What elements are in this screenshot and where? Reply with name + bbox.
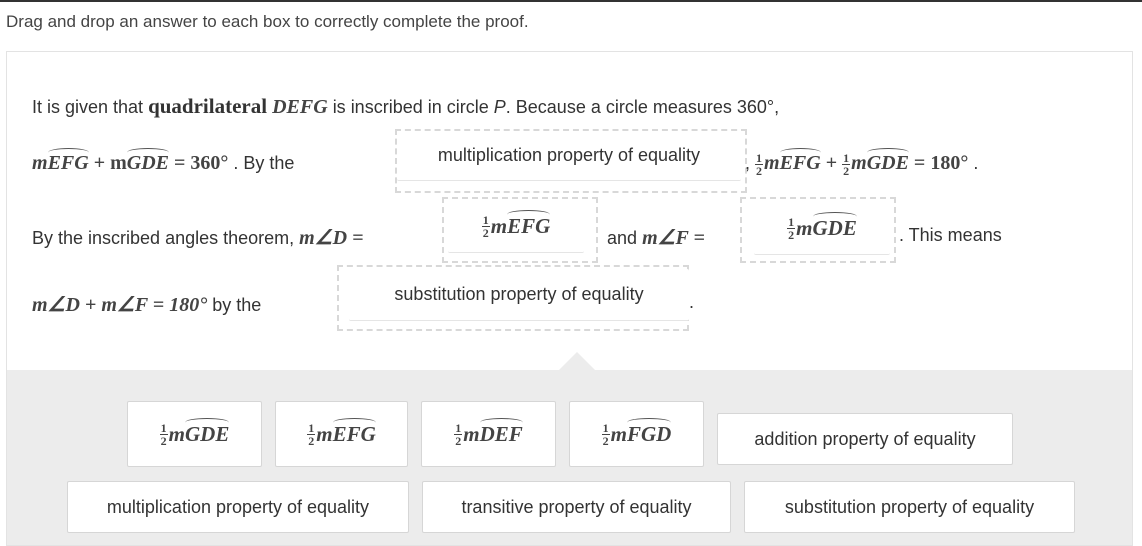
- proof-separator: ,: [745, 153, 751, 174]
- chip-label: multiplication property of equality: [106, 496, 370, 517]
- drop-box-4[interactable]: substitution property of equality: [337, 265, 689, 331]
- proof-text: by the: [212, 295, 262, 315]
- arc-def: DEF: [479, 417, 523, 446]
- fraction-half: 12: [755, 151, 764, 178]
- arc-efg: EFG: [332, 417, 376, 446]
- answer-bank-pointer: [559, 352, 595, 370]
- proof-term: DEFG: [272, 96, 328, 118]
- answer-chip-addition-property[interactable]: addition property of equality: [717, 413, 1013, 465]
- proof-text: and: [607, 228, 638, 248]
- answer-chip-substitution-property[interactable]: substitution property of equality: [744, 481, 1075, 533]
- proof-line-4-end: .: [689, 292, 694, 313]
- fraction-half: 12: [159, 420, 168, 448]
- chip-label: transitive property of equality: [461, 496, 692, 517]
- answer-chip-transitive-property[interactable]: transitive property of equality: [422, 481, 731, 533]
- proof-text: By the inscribed angles theorem,: [32, 228, 295, 248]
- proof-text: It is given that: [32, 97, 144, 117]
- proof-line-4: m∠D + m∠F = 180° by the: [32, 292, 261, 317]
- arc-gde: GDE: [185, 417, 230, 446]
- proof-text: . This means: [899, 225, 1002, 245]
- fraction-half: 12: [842, 151, 851, 178]
- drop-box-2[interactable]: 1 2 m EFG: [442, 197, 598, 263]
- proof-line-2-result: , 1 2 mEFG + 1 2 mGDE = 180° .: [745, 148, 979, 178]
- arc-efg: EFG: [47, 148, 89, 174]
- placed-answer-chip[interactable]: substitution property of equality: [349, 269, 689, 321]
- placed-answer-chip[interactable]: 1 2 m EFG: [448, 201, 584, 253]
- math-plus: +: [820, 152, 843, 175]
- proof-line-3a: By the inscribed angles theorem, m∠D =: [32, 225, 364, 250]
- proof-text: . By the: [233, 153, 295, 173]
- drop-box-1[interactable]: multiplication property of equality: [395, 129, 747, 193]
- proof-text: .: [689, 292, 695, 312]
- answer-chip-half-arc-fgd[interactable]: 1 2 m FGD: [569, 401, 704, 467]
- answer-chip-half-arc-def[interactable]: 1 2 m DEF: [421, 401, 556, 467]
- fraction-half: 12: [481, 213, 490, 240]
- proof-card: It is given that quadrilateral DEFG is i…: [6, 51, 1133, 546]
- drop-box-3[interactable]: 1 2 m GDE: [740, 197, 896, 263]
- arc-fgd: FGD: [627, 417, 672, 446]
- proof-term: quadrilateral: [148, 94, 268, 118]
- proof-line-3c: . This means: [899, 225, 1002, 246]
- answer-bank: 1 2 m GDE 1 2 m EFG 1 2 m DEF 1 2 m FGD addition pro…: [7, 370, 1132, 545]
- fraction-half: 12: [307, 420, 316, 448]
- proof-line-1: It is given that quadrilateral DEFG is i…: [32, 94, 779, 119]
- instruction-text: Drag and drop an answer to each box to c…: [6, 12, 529, 31]
- math-angle-sum: m∠D + m∠F = 180°: [32, 294, 208, 316]
- answer-chip-half-arc-gde[interactable]: 1 2 m GDE: [127, 401, 262, 467]
- arc-efg: EFG: [507, 210, 551, 238]
- chip-label: addition property of equality: [754, 428, 976, 449]
- placed-answer-chip[interactable]: 1 2 m GDE: [754, 203, 890, 255]
- chip-label: substitution property of equality: [784, 496, 1035, 517]
- top-divider: [0, 0, 1142, 2]
- proof-text: is inscribed in circle: [332, 97, 489, 117]
- math-equals: = 180°: [908, 152, 969, 175]
- fraction-half: 12: [787, 215, 796, 242]
- proof-line-3b: and m∠F =: [607, 225, 705, 250]
- fraction-half: 12: [454, 420, 463, 448]
- proof-text: .: [973, 153, 979, 174]
- fraction-half: 12: [601, 420, 610, 448]
- math-equals: = 360°: [168, 152, 229, 174]
- placed-answer-chip[interactable]: multiplication property of equality: [397, 131, 741, 181]
- arc-gde: GDE: [812, 212, 858, 240]
- chip-label: substitution property of equality: [394, 284, 644, 304]
- chip-label: multiplication property of equality: [437, 145, 701, 165]
- arc-gde: GDE: [126, 148, 170, 174]
- math-plus: + m: [88, 152, 127, 174]
- math-half-arc-gde: 1 2 mGDE: [842, 148, 910, 178]
- answer-chip-multiplication-property[interactable]: multiplication property of equality: [67, 481, 409, 533]
- math-m: m: [32, 152, 48, 174]
- math-half-arc-efg: 1 2 mEFG: [755, 148, 821, 178]
- proof-term: P: [493, 97, 506, 117]
- answer-chip-half-arc-efg[interactable]: 1 2 m EFG: [275, 401, 408, 467]
- math-angle-f: m∠F =: [642, 227, 705, 249]
- proof-text: . Because a circle measures 360°,: [505, 97, 780, 117]
- proof-line-2-equation: mEFG + mGDE = 360° . By the: [32, 148, 295, 175]
- math-angle-d: m∠D =: [299, 227, 364, 249]
